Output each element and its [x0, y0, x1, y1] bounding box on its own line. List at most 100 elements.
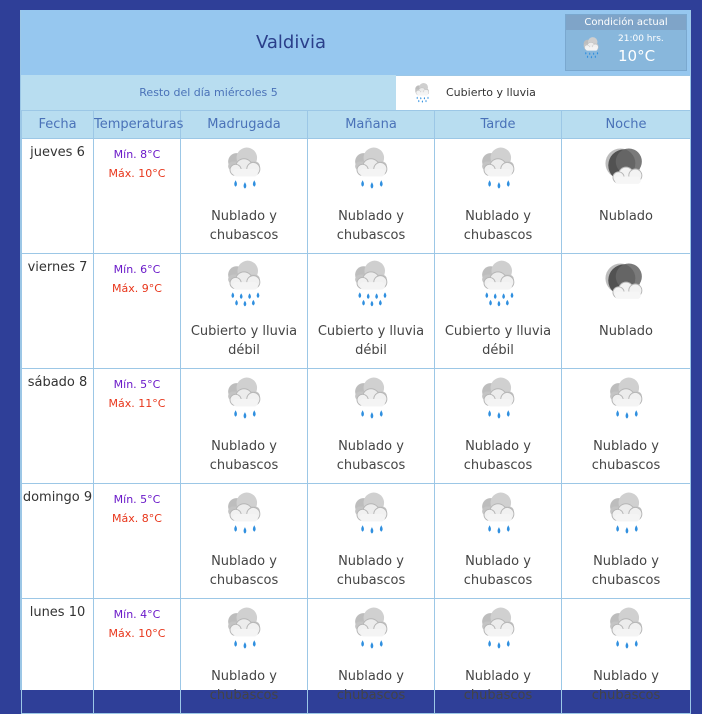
condition-text: Nublado y chubascos — [336, 554, 406, 588]
period-cell: Nublado — [561, 253, 691, 369]
cloud-showers-icon — [610, 607, 643, 649]
day-cell: sábado 8 — [21, 368, 94, 484]
cloud-showers-icon — [355, 492, 388, 534]
cloud-showers-icon — [228, 492, 261, 534]
cloud-rain-icon — [482, 260, 515, 307]
cloud-showers-icon — [482, 607, 515, 649]
cloud-showers-icon — [228, 607, 261, 649]
cloud-showers-icon — [228, 377, 261, 419]
day-cell: jueves 6 — [21, 138, 94, 254]
max-temperature: Máx. 10°C — [108, 627, 166, 640]
condition-text: Nublado — [599, 324, 653, 339]
day-label: sábado 8 — [27, 375, 88, 390]
period-cell: Nublado y chubascos — [307, 598, 435, 714]
condition-text: Nublado y chubascos — [209, 554, 279, 588]
period-cell: Nublado y chubascos — [180, 368, 308, 484]
column-header-noche: Noche — [561, 110, 691, 139]
period-cell: Nublado — [561, 138, 691, 254]
max-temperature: Máx. 10°C — [108, 167, 166, 180]
current-conditions: Condición actual 21:00 hrs. 10°C — [565, 14, 687, 71]
cloud-showers-icon — [482, 377, 515, 419]
forecast-table: Fecha Temperaturas Madrugada Mañana Tard… — [21, 110, 691, 714]
max-temperature: Máx. 8°C — [112, 512, 162, 525]
period-cell: Nublado y chubascos — [434, 138, 562, 254]
day-label: viernes 7 — [27, 260, 88, 275]
current-temperature: 10°C — [618, 47, 656, 65]
cloud-rain-icon — [583, 37, 599, 59]
today-condition-text: Cubierto y lluvia — [446, 86, 536, 99]
period-cell: Nublado y chubascos — [434, 368, 562, 484]
condition-text: Nublado y chubascos — [336, 209, 406, 243]
cloud-moon-icon — [605, 263, 643, 299]
current-time: 21:00 hrs. — [618, 34, 664, 44]
temperature-cell: Mín. 8°C Máx. 10°C — [93, 138, 181, 254]
max-temperature: Máx. 11°C — [108, 397, 166, 410]
period-cell: Nublado y chubascos — [434, 483, 562, 599]
period-cell: Nublado y chubascos — [561, 368, 691, 484]
cloud-rain-icon — [355, 260, 388, 307]
condition-text: Nublado y chubascos — [591, 439, 661, 473]
max-temperature: Máx. 9°C — [112, 282, 162, 295]
period-cell: Nublado y chubascos — [561, 598, 691, 714]
cloud-showers-icon — [355, 607, 388, 649]
day-label: lunes 10 — [29, 605, 86, 620]
min-temperature: Mín. 4°C — [113, 608, 161, 621]
period-cell: Nublado y chubascos — [180, 598, 308, 714]
min-temperature: Mín. 5°C — [113, 493, 161, 506]
min-temperature: Mín. 5°C — [113, 378, 161, 391]
forecast-row: viernes 7 Mín. 6°C Máx. 9°C Cubierto y lluv… — [21, 253, 691, 369]
cloud-showers-icon — [228, 147, 261, 189]
column-header-temperaturas: Temperaturas — [93, 110, 183, 139]
period-cell: Nublado y chubascos — [561, 483, 691, 599]
period-cell: Nublado y chubascos — [180, 483, 308, 599]
condition-text: Nublado y chubascos — [591, 669, 661, 703]
condition-text: Nublado y chubascos — [336, 439, 406, 473]
cloud-showers-icon — [482, 492, 515, 534]
condition-text: Nublado y chubascos — [463, 554, 533, 588]
cloud-moon-icon — [605, 148, 643, 184]
cloud-showers-icon — [610, 377, 643, 419]
min-temperature: Mín. 8°C — [113, 148, 161, 161]
condition-text: Nublado y chubascos — [336, 669, 406, 703]
condition-text: Nublado y chubascos — [591, 554, 661, 588]
period-cell: Nublado y chubascos — [434, 598, 562, 714]
forecast-row: sábado 8 Mín. 5°C Máx. 11°C Nublado y chuba… — [21, 368, 691, 484]
column-header-tarde: Tarde — [434, 110, 562, 139]
condition-text: Cubierto y lluvia débil — [444, 324, 552, 358]
today-label: Resto del día miércoles 5 — [21, 75, 396, 110]
cloud-showers-icon — [355, 147, 388, 189]
condition-text: Cubierto y lluvia débil — [190, 324, 298, 358]
forecast-panel: Valdivia Condición actual 21:00 hrs. 10°… — [20, 10, 691, 714]
condition-text: Nublado y chubascos — [463, 669, 533, 703]
period-cell: Cubierto y lluvia débil — [434, 253, 562, 369]
temperature-cell: Mín. 5°C Máx. 8°C — [93, 483, 181, 599]
cloud-rain-icon — [415, 83, 429, 103]
condition-text: Cubierto y lluvia débil — [317, 324, 425, 358]
forecast-row: domingo 9 Mín. 5°C Máx. 8°C Nublado y chuba… — [21, 483, 691, 599]
period-cell: Nublado y chubascos — [307, 138, 435, 254]
current-conditions-label: Condición actual — [566, 15, 686, 30]
column-header-madrugada: Madrugada — [180, 110, 308, 139]
city-title: Valdivia — [255, 32, 327, 53]
forecast-header: Valdivia Condición actual 21:00 hrs. 10°… — [21, 10, 690, 75]
condition-text: Nublado — [599, 209, 653, 224]
period-cell: Nublado y chubascos — [307, 368, 435, 484]
forecast-row: lunes 10 Mín. 4°C Máx. 10°C Nublado y chuba… — [21, 598, 691, 714]
period-cell: Nublado y chubascos — [180, 138, 308, 254]
condition-text: Nublado y chubascos — [463, 439, 533, 473]
cloud-rain-icon — [228, 260, 261, 307]
forecast-row: jueves 6 Mín. 8°C Máx. 10°C Nublado y chuba… — [21, 138, 691, 254]
period-cell: Cubierto y lluvia débil — [180, 253, 308, 369]
forecast-header-row: Fecha Temperaturas Madrugada Mañana Tard… — [21, 110, 691, 139]
condition-text: Nublado y chubascos — [209, 439, 279, 473]
day-cell: lunes 10 — [21, 598, 94, 714]
column-header-manana: Mañana — [307, 110, 435, 139]
condition-text: Nublado y chubascos — [209, 669, 279, 703]
cloud-showers-icon — [482, 147, 515, 189]
today-summary: Resto del día miércoles 5 Cubierto y llu… — [21, 75, 690, 111]
cloud-showers-icon — [355, 377, 388, 419]
today-condition: Cubierto y lluvia — [396, 75, 690, 111]
condition-text: Nublado y chubascos — [209, 209, 279, 243]
period-cell: Cubierto y lluvia débil — [307, 253, 435, 369]
day-label: domingo 9 — [22, 490, 93, 505]
